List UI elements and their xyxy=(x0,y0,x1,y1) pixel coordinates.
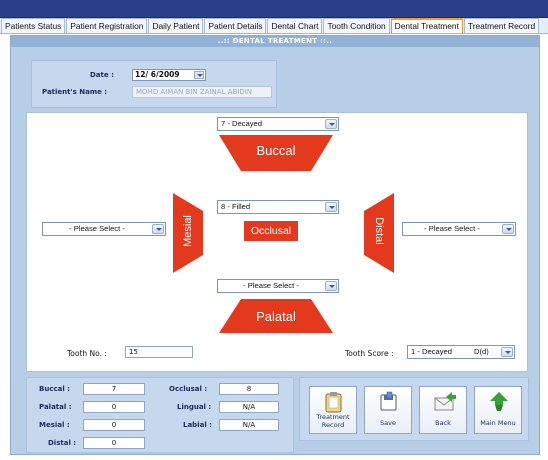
main-menu-button[interactable]: Main Menu xyxy=(474,386,522,434)
tooth-score-label: Tooth Score : xyxy=(345,349,394,358)
buccal-select[interactable]: 7 - Decayed xyxy=(217,117,339,131)
back-button[interactable]: Back xyxy=(419,386,467,434)
summary-distal-value: 0 xyxy=(83,437,145,449)
summary-lingual-value: N/A xyxy=(219,401,279,413)
palatal-label: Palatal xyxy=(256,309,296,324)
summary-occlusal-label: Occlusal : xyxy=(169,385,208,393)
summary-mesial-value: 0 xyxy=(83,419,145,431)
back-label: Back xyxy=(435,419,451,427)
mesial-select[interactable]: - Please Select - xyxy=(42,222,166,236)
dental-treatment-panel: ..:: DENTAL TREATMENT ::.. Date : 12/ 6/… xyxy=(10,35,540,455)
summary-occlusal-value: 8 xyxy=(219,383,279,395)
summary-labial-value: N/A xyxy=(219,419,279,431)
patient-name-label: Patient's Name : xyxy=(42,88,108,96)
tab-patients-status[interactable]: Patients Status xyxy=(1,18,66,33)
tooth-score-select[interactable]: 1 - Decayed D(d) xyxy=(407,345,515,359)
tooth-score-value: 1 - Decayed xyxy=(411,347,452,356)
tab-patient-registration[interactable]: Patient Registration xyxy=(66,18,148,33)
summary-lingual-label: Lingual : xyxy=(177,403,212,411)
buccal-label: Buccal xyxy=(256,143,296,158)
summary-buccal-label: Buccal : xyxy=(39,385,70,393)
buccal-select-value: 7 - Decayed xyxy=(221,119,262,128)
save-button[interactable]: Save xyxy=(364,386,412,434)
treatment-record-label-2: Record xyxy=(321,421,345,429)
chevron-down-icon[interactable] xyxy=(152,224,164,234)
main-menu-label: Main Menu xyxy=(480,419,516,427)
save-label: Save xyxy=(380,419,396,427)
date-value: 12/ 6/2009 xyxy=(135,70,180,79)
treatment-record-label-1: Treatment xyxy=(316,413,350,421)
tooth-no-label: Tooth No. : xyxy=(67,349,107,358)
window-titlebar xyxy=(0,0,548,18)
tab-dental-treatment[interactable]: Dental Treatment xyxy=(390,18,463,33)
tab-treatment-record[interactable]: Treatment Record xyxy=(463,18,540,33)
tooth-surface-chart: 7 - Decayed Buccal 8 - Filled Occlusal -… xyxy=(26,112,528,372)
tooth-score-code: D(d) xyxy=(474,347,489,356)
action-buttons-box: Treatment Record Save Back Main Menu xyxy=(299,377,529,441)
home-arrow-icon xyxy=(490,392,508,411)
chevron-down-icon[interactable] xyxy=(325,281,337,291)
summary-labial-label: Labial : xyxy=(183,421,212,429)
tab-dental-chart[interactable]: Dental Chart xyxy=(267,18,323,33)
treatment-record-button[interactable]: Treatment Record xyxy=(309,386,357,434)
tab-patient-details[interactable]: Patient Details xyxy=(204,18,267,33)
occlusal-select[interactable]: 8 - Filled xyxy=(217,200,339,214)
distal-label: Distal xyxy=(373,217,385,245)
distal-select[interactable]: - Please Select - xyxy=(402,222,516,236)
chevron-down-icon[interactable] xyxy=(194,71,204,79)
occlusal-select-value: 8 - Filled xyxy=(221,202,251,211)
save-icon xyxy=(380,391,397,411)
summary-palatal-label: Palatal : xyxy=(39,403,72,411)
surface-summary-box: Buccal : 7 Palatal : 0 Mesial : 0 Distal… xyxy=(26,377,294,453)
panel-title: ..:: DENTAL TREATMENT ::.. xyxy=(11,36,539,47)
palatal-select-value: - Please Select - xyxy=(243,281,299,290)
tab-tooth-condition[interactable]: Tooth Condition xyxy=(323,18,390,33)
tab-bar: Patients Status Patient Registration Dai… xyxy=(0,18,548,34)
tab-daily-patient[interactable]: Daily Patient xyxy=(148,18,204,33)
occlusal-box[interactable]: Occlusal xyxy=(244,221,298,241)
palatal-select[interactable]: - Please Select - xyxy=(217,279,339,293)
clipboard-icon xyxy=(325,392,342,413)
date-label: Date : xyxy=(90,71,114,79)
mesial-select-value: - Please Select - xyxy=(69,224,125,233)
patient-info-box: Date : 12/ 6/2009 Patient's Name : MOHD … xyxy=(31,60,277,108)
summary-buccal-value: 7 xyxy=(83,383,145,395)
summary-palatal-value: 0 xyxy=(83,401,145,413)
tooth-no-field[interactable]: 15 xyxy=(125,346,193,358)
mesial-label: Mesial xyxy=(182,215,194,247)
date-picker[interactable]: 12/ 6/2009 xyxy=(132,69,206,81)
chevron-down-icon[interactable] xyxy=(325,119,337,129)
chevron-down-icon[interactable] xyxy=(325,202,337,212)
back-envelope-icon xyxy=(434,392,456,411)
summary-distal-label: Distal : xyxy=(48,439,77,447)
patient-name-field: MOHD AIMAN BIN ZAINAL ABIDIN xyxy=(132,86,272,98)
distal-select-value: - Please Select - xyxy=(424,224,480,233)
chevron-down-icon[interactable] xyxy=(501,347,513,357)
summary-mesial-label: Mesial : xyxy=(39,421,70,429)
chevron-down-icon[interactable] xyxy=(502,224,514,234)
